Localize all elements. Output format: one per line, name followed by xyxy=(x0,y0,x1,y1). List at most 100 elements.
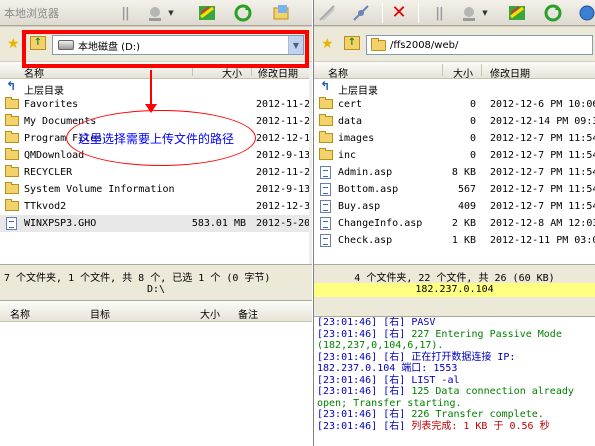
folder-icon xyxy=(5,165,19,177)
local-file-name: TTkvod2 xyxy=(24,201,67,212)
log-source: [右] xyxy=(383,317,406,328)
right-up-folder-icon[interactable]: ↑ xyxy=(344,36,360,50)
remote-file-name: inc xyxy=(338,150,357,161)
right-refresh-icon[interactable] xyxy=(542,2,564,24)
right-pause-icon[interactable]: || xyxy=(428,2,450,24)
dropdown-caret-icon[interactable]: ▼ xyxy=(166,2,176,24)
log-line: [23:01:46] [右] 125 Data connection alrea… xyxy=(314,386,595,398)
remote-file-date: 2012-12-7 PM 11:54 xyxy=(490,133,595,144)
local-file-date: 2012-12-1 xyxy=(256,133,311,144)
folder-icon xyxy=(319,114,333,126)
connect-icon[interactable] xyxy=(316,2,338,24)
remote-file-item[interactable]: inc 0 2012-12-7 PM 11:54 xyxy=(314,147,595,164)
log-time: [23:01:46] xyxy=(317,386,378,397)
local-file-date: 2012-11-2 xyxy=(256,116,311,127)
log-time: [23:01:46] xyxy=(317,317,378,328)
remote-file-date: 2012-12-7 PM 11:54 xyxy=(490,184,595,195)
remote-file-date: 2012-12-11 PM 03:0 xyxy=(490,235,595,246)
right-stop-icon[interactable] xyxy=(458,2,480,24)
log-line: [23:01:46] [右] PASV xyxy=(314,317,595,329)
log-line: [23:01:46] [右] 列表完成: 1 KB 于 0.56 秒 xyxy=(314,421,595,433)
file-icon xyxy=(320,200,331,213)
transfer-icon[interactable] xyxy=(196,2,218,24)
remote-path-input[interactable]: /ffs2008/web/ xyxy=(366,35,593,55)
log-source: [右] xyxy=(383,374,406,386)
queue-header: 名称 目标 大小 备注 xyxy=(0,301,312,322)
remote-file-item[interactable]: Admin.asp 8 KB 2012-12-7 PM 11:54 xyxy=(314,164,595,181)
remote-file-size: 0 xyxy=(469,99,476,110)
annotation-arrow xyxy=(150,70,152,108)
log-source: [右] xyxy=(383,420,406,432)
file-icon xyxy=(320,183,331,196)
log-message: open; Transfer starting. xyxy=(317,397,462,409)
remote-col-size[interactable]: 大小 xyxy=(453,65,473,80)
folder-icon xyxy=(371,37,386,51)
remote-file-item[interactable]: Bottom.asp 567 2012-12-7 PM 11:54 xyxy=(314,181,595,198)
queue-col-size[interactable]: 大小 xyxy=(200,306,220,321)
log-line: [23:01:46] [右] LIST -al xyxy=(314,375,595,387)
remote-file-item[interactable]: Buy.asp 409 2012-12-7 PM 11:54 xyxy=(314,198,595,215)
remote-up-arrow-icon: ↰ xyxy=(320,79,331,93)
local-file-date: 2012-5-20 xyxy=(256,218,311,229)
local-file-item[interactable]: TTkvod2 2012-12-3 xyxy=(0,198,312,215)
local-file-size: 583.01 MB xyxy=(191,218,246,229)
local-file-date: 2012-11-2 xyxy=(256,99,311,110)
disconnect-icon[interactable] xyxy=(350,2,372,24)
log-message: 列表完成: 1 KB 于 0.56 秒 xyxy=(411,420,550,432)
refresh-icon[interactable] xyxy=(232,2,254,24)
folder-icon xyxy=(5,97,19,109)
log-line: 182.237.0.104 端口: 1553 xyxy=(314,363,595,375)
annotation-text: 这里选择需要上传文件的路径 xyxy=(78,132,235,146)
log-source: [右] xyxy=(383,409,406,420)
local-file-item[interactable]: WINXPSP3.GHO 583.01 MB 2012-5-20 xyxy=(0,215,312,232)
cancel-icon[interactable]: ✕ xyxy=(388,2,410,24)
right-globe-icon[interactable] xyxy=(576,2,595,24)
right-transfer-icon[interactable] xyxy=(506,2,528,24)
remote-file-item[interactable]: Check.asp 1 KB 2012-12-11 PM 03:0 xyxy=(314,232,595,249)
folder-icon xyxy=(319,148,333,160)
remote-file-item[interactable]: images 0 2012-12-7 PM 11:54 xyxy=(314,130,595,147)
remote-file-size: 1 KB xyxy=(451,235,476,246)
log-source: [右] xyxy=(383,328,406,340)
file-icon xyxy=(6,217,17,230)
log-line: [23:01:46] [右] 227 Entering Passive Mode xyxy=(314,329,595,341)
remote-list-item-up[interactable]: ↰ 上层目录 xyxy=(314,79,595,97)
list-item-up[interactable]: ↰ 上层目录 xyxy=(0,79,312,97)
remote-file-date: 2012-12-8 AM 12:03 xyxy=(490,218,595,229)
remote-file-date: 2012-12-6 PM 10:06 xyxy=(490,99,595,110)
queue-col-target[interactable]: 目标 xyxy=(90,306,110,321)
log-line: [23:01:46] [右] 正在打开数据连接 IP: xyxy=(314,352,595,364)
stop-transfer-icon[interactable] xyxy=(144,2,166,24)
log-line: (182,237,0,104,6,17). xyxy=(314,340,595,352)
remote-file-item[interactable]: ChangeInfo.asp 2 KB 2012-12-8 AM 12:03 xyxy=(314,215,595,232)
log-time: [23:01:46] xyxy=(317,420,378,432)
remote-file-date: 2012-12-7 PM 11:54 xyxy=(490,167,595,178)
right-dropdown-caret-icon[interactable]: ▼ xyxy=(480,2,490,24)
queue-col-note[interactable]: 备注 xyxy=(238,306,258,321)
pause-icon[interactable]: || xyxy=(114,2,136,24)
remote-col-date[interactable]: 修改日期 xyxy=(490,65,530,80)
file-icon xyxy=(320,166,331,179)
folder-view-icon[interactable] xyxy=(270,2,292,24)
remote-status-bar: 4 个文件夹, 22 个文件, 共 26 (60 KB) 182.237.0.1… xyxy=(314,264,595,300)
remote-file-size: 409 xyxy=(457,201,476,212)
remote-file-size: 567 xyxy=(457,184,476,195)
queue-col-name[interactable]: 名称 xyxy=(10,306,30,321)
remote-file-item[interactable]: cert 0 2012-12-6 PM 10:06 xyxy=(314,96,595,113)
local-file-item[interactable]: RECYCLER 2012-11-2 xyxy=(0,164,312,181)
remote-file-item[interactable]: data 0 2012-12-14 PM 09:3 xyxy=(314,113,595,130)
remote-file-size: 0 xyxy=(469,133,476,144)
remote-file-name: Check.asp xyxy=(338,235,393,246)
remote-file-name: Admin.asp xyxy=(338,167,393,178)
right-favorites-star-icon[interactable]: ★ xyxy=(321,37,334,51)
local-file-date: 2012-12-3 xyxy=(256,201,311,212)
log-time: [23:01:46] xyxy=(317,409,378,420)
local-file-item[interactable]: System Volume Information 2012-9-13 xyxy=(0,181,312,198)
remote-file-date: 2012-12-7 PM 11:54 xyxy=(490,150,595,161)
remote-col-name[interactable]: 名称 xyxy=(328,65,348,80)
favorites-star-icon[interactable]: ★ xyxy=(7,37,20,51)
log-message: (182,237,0,104,6,17). xyxy=(317,340,444,351)
local-file-date: 2012-9-13 xyxy=(256,184,311,195)
local-scrollbar[interactable] xyxy=(309,62,312,264)
file-icon xyxy=(320,234,331,247)
